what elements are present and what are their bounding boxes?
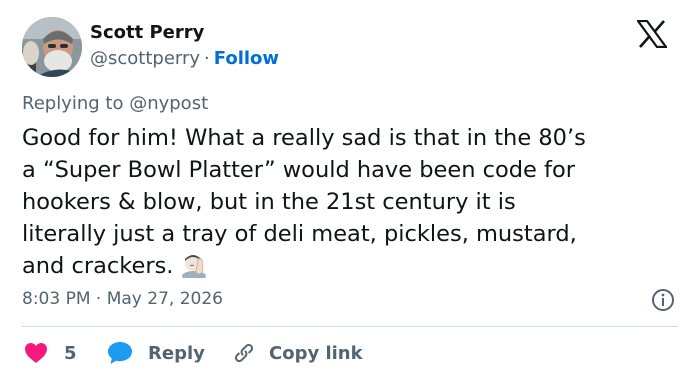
avatar-photo	[22, 17, 82, 77]
speech-bubble-icon	[108, 342, 132, 364]
tweet-line: a “Super Bowl Platter” would have been c…	[22, 157, 575, 183]
tweet-line: and crackers.	[22, 253, 174, 279]
reply-context[interactable]: Replying to @nypost	[22, 93, 208, 114]
avatar[interactable]	[22, 17, 82, 77]
tweet-text: Good for him! What a really sad is that …	[22, 122, 682, 282]
tweet-line: hookers & blow, but in the 21st century …	[22, 189, 516, 215]
reply-label: Reply	[148, 342, 205, 364]
tweet-line: literally just a tray of deli meat, pick…	[22, 221, 577, 247]
like-button[interactable]: 5	[24, 340, 77, 366]
tweet-last-line: and crackers.	[22, 250, 682, 282]
x-logo-icon[interactable]	[637, 20, 667, 48]
copy-link-label: Copy link	[269, 342, 363, 364]
heart-icon	[25, 343, 47, 363]
tweet-card: Scott Perry @scottperry · Follow Replying …	[0, 0, 700, 379]
timestamp[interactable]: 8:03 PM · May 27, 2026	[22, 289, 223, 309]
author-handle[interactable]: @scottperry	[90, 48, 200, 69]
divider	[22, 326, 678, 327]
author-meta: @scottperry · Follow	[90, 48, 279, 69]
face-palm-emoji-icon	[182, 255, 207, 278]
link-icon	[234, 343, 254, 363]
info-icon[interactable]	[651, 288, 675, 312]
reply-button[interactable]: Reply	[107, 340, 205, 366]
like-count: 5	[64, 342, 77, 364]
copy-link-button[interactable]: Copy link	[232, 340, 363, 366]
tweet-line: Good for him! What a really sad is that …	[22, 125, 586, 151]
author-name[interactable]: Scott Perry	[90, 22, 204, 43]
follow-button[interactable]: Follow	[214, 48, 279, 69]
meta-separator: ·	[204, 48, 210, 69]
